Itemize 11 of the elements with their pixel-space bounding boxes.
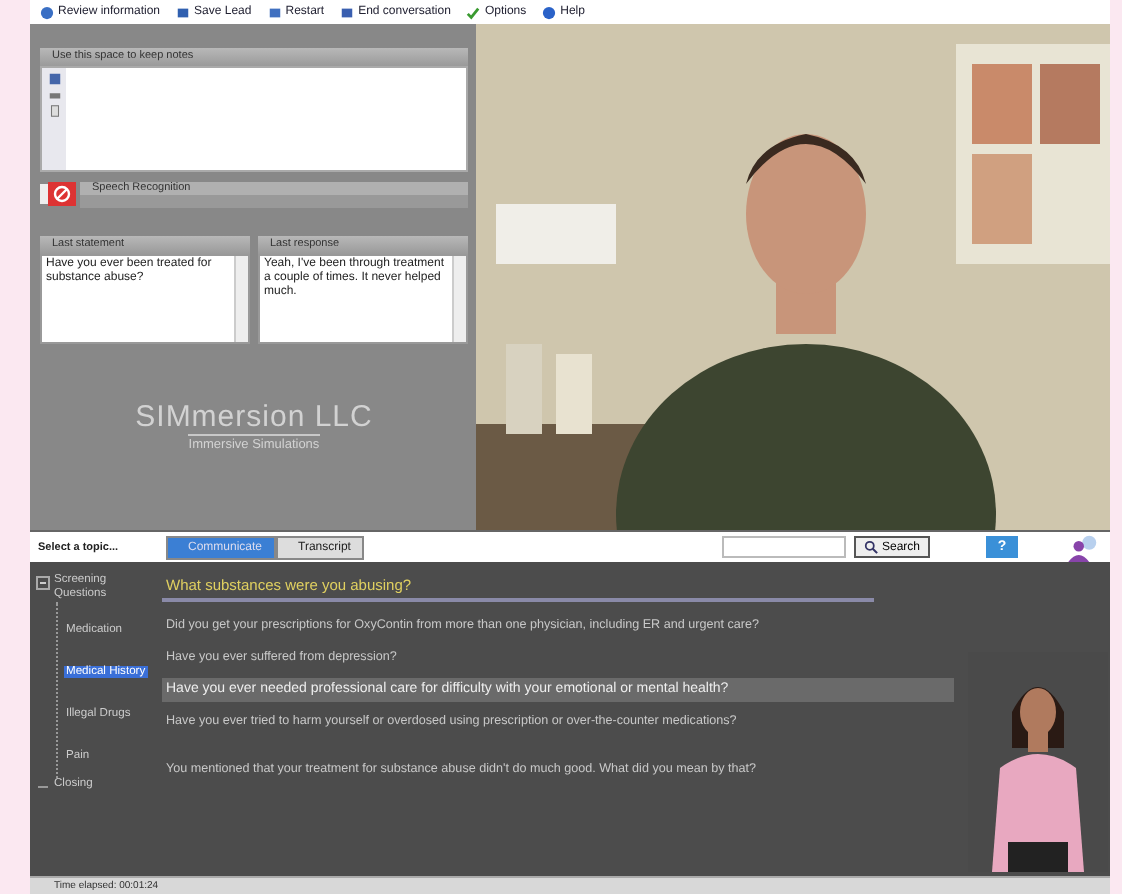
checkmark-icon [466,5,481,19]
info-icon [542,5,557,19]
search-field[interactable] [721,536,846,558]
info-icon [40,5,54,19]
document-icon [176,5,191,19]
document-icon [267,5,282,19]
person-help-icon[interactable] [1066,533,1102,561]
search-icon [863,540,878,554]
logo-text: SIMmersion LLC [135,400,373,434]
document-icon [340,5,355,19]
collapse-icon[interactable] [36,574,50,590]
